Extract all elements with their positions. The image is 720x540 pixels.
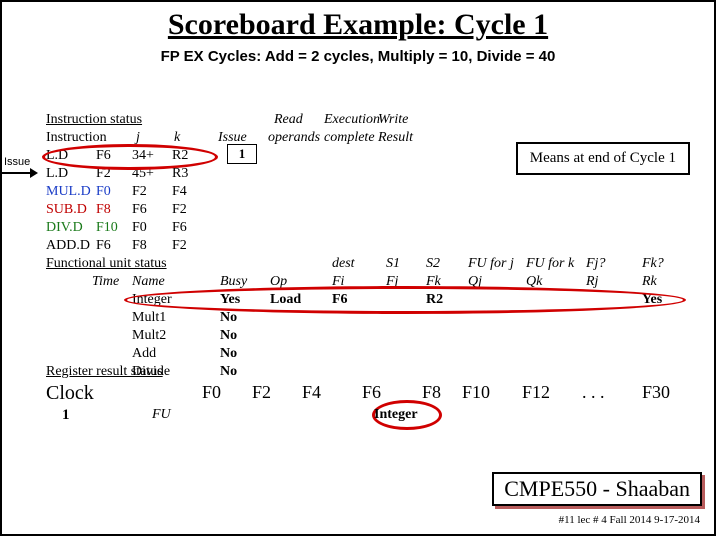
fu-cell: Add [132, 346, 156, 362]
instr-status-header: Instruction status [46, 112, 142, 128]
clock-value: 1 [62, 407, 70, 424]
fu-col-fkq: Fk? [642, 256, 664, 272]
instr-cell: ADD.D [46, 238, 90, 254]
slide: Scoreboard Example: Cycle 1 FP EX Cycles… [0, 0, 716, 536]
reg-header: F4 [302, 382, 321, 403]
fu-cell: No [220, 346, 237, 362]
clock-label: Clock [46, 382, 94, 405]
instr-col-exec: Execution [324, 112, 380, 128]
reg-header: F30 [642, 382, 670, 403]
footer-box: CMPE550 - Shaaban [492, 472, 702, 506]
instr-col-result: Result [378, 130, 413, 146]
means-box: Means at end of Cycle 1 [516, 142, 690, 175]
highlight-oval-2 [124, 286, 686, 314]
fu-cell: No [220, 364, 237, 380]
fu-col-rk: Rk [642, 274, 657, 290]
instr-col-k: k [174, 130, 180, 146]
fu-col-s1: S1 [386, 256, 400, 272]
instr-cell: L.D [46, 166, 68, 182]
fu-status-header: Functional unit status [46, 256, 167, 272]
instr-col-operands: operands [268, 130, 320, 146]
issue-side-label: Issue [4, 156, 30, 168]
fu-cell: No [220, 310, 237, 326]
instr-cell: MUL.D [46, 184, 91, 200]
fu-col-time: Time [92, 274, 119, 290]
instr-cell: DIV.D [46, 220, 83, 236]
reg-header: F2 [252, 382, 271, 403]
instr-cell: F0 [96, 184, 111, 200]
reg-header: F8 [422, 382, 441, 403]
instr-col-instruction: Instruction [46, 130, 107, 146]
footer-small: #11 lec # 4 Fall 2014 9-17-2014 [559, 514, 700, 526]
instr-cell: F6 [132, 202, 147, 218]
arrow-right-icon [2, 168, 38, 178]
instr-col-write: Write [378, 112, 408, 128]
reg-header: F12 [522, 382, 550, 403]
instr-cell: F10 [96, 220, 118, 236]
instr-cell: F2 [172, 238, 187, 254]
fu-col-name: Name [132, 274, 165, 290]
fu-col-fjq: Fj? [586, 256, 605, 272]
instr-cell: F0 [132, 220, 147, 236]
fu-col-s2: S2 [426, 256, 440, 272]
issue-value-box: 1 [227, 144, 257, 164]
instr-cell: F2 [172, 202, 187, 218]
reg-header: F6 [362, 382, 381, 403]
fu-label: FU [152, 407, 171, 423]
reg-header: F10 [462, 382, 490, 403]
fu-cell: No [220, 328, 237, 344]
fu-cell: Mult1 [132, 310, 166, 326]
instr-cell: F6 [96, 238, 111, 254]
fu-col-fuk: FU for k [526, 256, 574, 272]
slide-subtitle: FP EX Cycles: Add = 2 cycles, Multiply =… [2, 48, 714, 65]
reg-header: F0 [202, 382, 221, 403]
instr-col-complete: complete [324, 130, 375, 146]
highlight-oval-1 [42, 144, 218, 170]
instr-cell: F8 [132, 238, 147, 254]
instr-cell: SUB.D [46, 202, 87, 218]
reg-header: . . . [582, 382, 605, 403]
slide-title: Scoreboard Example: Cycle 1 [2, 8, 714, 42]
instr-cell: F6 [172, 220, 187, 236]
fu-col-rj: Rj [586, 274, 598, 290]
title-part-a: Scoreboard Example: [168, 8, 447, 41]
title-part-b: Cycle 1 [446, 8, 548, 41]
instr-cell: F2 [132, 184, 147, 200]
fu-col-fuj: FU for j [468, 256, 514, 272]
fu-col-dest: dest [332, 256, 355, 272]
instr-col-read: Read [274, 112, 303, 128]
instr-cell: R3 [172, 166, 188, 182]
fu-cell: Mult2 [132, 328, 166, 344]
instr-cell: F4 [172, 184, 187, 200]
reg-value: Integer [374, 407, 418, 423]
instr-cell: F8 [96, 202, 111, 218]
reg-status-header: Register result status [46, 364, 163, 380]
